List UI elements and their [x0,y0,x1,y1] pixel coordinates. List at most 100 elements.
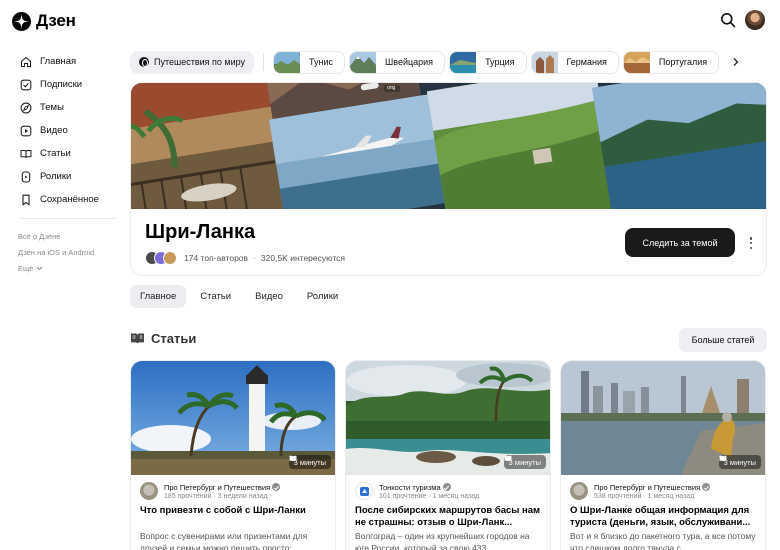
globe-icon [139,57,149,67]
sidebar-item-home[interactable]: Главная [20,50,120,73]
sidebar-item-label: Ролики [40,171,72,182]
book-icon [504,455,512,462]
sidebar-item-subscriptions[interactable]: Подписки [20,73,120,96]
book-icon [719,455,727,462]
logo-text: Дзен [36,11,76,30]
sidebar-item-saved[interactable]: Сохранённое [20,188,120,211]
article-author[interactable]: Про Петербург и Путешествия 538 прочтени… [570,482,711,500]
topic-chip[interactable]: Тунис [273,50,346,74]
book-icon [20,149,32,158]
sidebar-item-label: Статьи [40,148,71,159]
sidebar-item-label: Главная [40,56,77,67]
sidebar-item-shorts[interactable]: Ролики [20,165,120,188]
book-icon [131,333,144,344]
topic-chip-label: Путешествия по миру [154,57,246,67]
topic-chip-label: Турция [485,57,515,67]
author-avatar [355,482,373,500]
article-card[interactable]: 3 минуты Тонкости туризма 101 прочтение … [345,360,551,550]
topic-thumbnail [531,51,558,73]
topic-chip[interactable]: Швейцария [349,50,446,74]
article-snippet: Волгоград – один из крупнейших городов н… [355,531,530,550]
author-avatars[interactable] [145,251,179,265]
article-stats: 185 прочтений · 3 недели назад [164,492,268,500]
tab-main[interactable]: Главное [130,285,187,308]
footer-about-link[interactable]: Всё о Дзене [18,232,60,241]
interested-count: 320,5K интересуются [260,253,345,263]
footer-apps-link[interactable]: Дзен на iOS и Android [18,248,94,257]
topic-thumbnail [450,51,477,73]
dzen-logo-icon [12,11,31,31]
bookmark-icon [22,194,30,205]
read-time-badge: 3 минуты [718,455,761,469]
sidebar-item-label: Темы [40,102,64,113]
article-snippet: Вопрос с сувенирами или призентами для д… [140,531,308,550]
author-name: Тонкости туризма [379,482,441,492]
topic-chip-label: Германия [566,57,607,67]
read-time: 3 минуты [723,457,756,467]
article-title[interactable]: Что привезти с собой с Шри-Ланки [140,505,330,517]
more-articles-button[interactable]: Больше статей [679,328,767,352]
hero-meta: 174 топ-авторов · 320,5K интересуются [145,251,345,265]
topic-thumbnail [623,51,650,73]
chevron-right-icon[interactable] [731,57,741,67]
article-card[interactable]: 3 минуты Про Петербург и Путешествия 185… [130,360,336,550]
footer-more-button[interactable]: Ещё [18,264,43,273]
author-name: Про Петербург и Путешествия [594,482,701,492]
topic-chip-active[interactable]: Путешествия по миру [130,50,255,74]
verified-icon [702,483,711,491]
article-thumbnail: 3 минуты [131,361,335,475]
tab-shorts[interactable]: Ролики [297,285,348,308]
article-title[interactable]: После сибирских маршрутов басы нам не ст… [355,505,545,529]
verified-icon [442,483,451,491]
hero-image-caption: orig [387,85,396,91]
verified-icon [272,483,281,491]
sidebar-item-label: Подписки [40,79,83,90]
hero-collage-image: orig [131,83,766,209]
footer-more-label: Ещё [18,264,34,273]
tab-video[interactable]: Видео [245,285,293,308]
sidebar-item-label: Видео [40,125,68,136]
author-logo-icon [359,486,369,496]
read-time: 3 минуты [293,457,326,467]
author-name-row: Про Петербург и Путешествия [164,482,281,492]
author-name-row: Про Петербург и Путешествия [594,482,711,492]
section-title: Статьи [151,331,197,346]
compass-icon [20,102,32,113]
topic-thumbnail [350,51,377,73]
page-title: Шри-Ланка [145,221,256,243]
articles-section-header: Статьи [130,331,196,346]
sidebar-divider [18,218,116,219]
shorts-icon [21,170,31,183]
topic-chip[interactable]: Турция [449,50,527,74]
top-authors-count[interactable]: 174 топ-авторов [184,253,248,263]
article-title[interactable]: О Шри-Ланке общая информация для туриста… [570,505,760,529]
sidebar-nav: Главная Подписки Темы Видео Статьи Ролик… [20,50,120,211]
read-time-badge: 3 минуты [503,455,546,469]
article-card[interactable]: 3 минуты Про Петербург и Путешествия 538… [560,360,766,550]
sidebar-item-articles[interactable]: Статьи [20,142,120,165]
article-snippet: Вот и я близко до пакетного тура, а все … [570,531,756,550]
article-thumbnail: 3 минуты [346,361,550,475]
content-tabs: Главное Статьи Видео Ролики [130,285,348,308]
topic-chip-label: Тунис [309,57,334,67]
dzen-logo[interactable]: Дзен [12,11,76,31]
author-name: Про Петербург и Путешествия [164,482,271,492]
article-thumbnail: 3 минуты [561,361,765,475]
topic-thumbnail [274,51,301,73]
sidebar-item-video[interactable]: Видео [20,119,120,142]
sidebar-item-topics[interactable]: Темы [20,96,120,119]
author-avatar [140,482,158,500]
user-avatar[interactable] [745,10,765,30]
more-options-icon[interactable] [748,235,754,251]
sidebar-item-label: Сохранённое [40,194,99,205]
topic-chip[interactable]: Португалия [622,50,720,74]
article-author[interactable]: Тонкости туризма 101 прочтение · 1 месяц… [355,482,479,500]
follow-topic-button[interactable]: Следить за темой [625,228,735,257]
search-icon[interactable] [720,12,736,28]
topic-strip-divider [263,53,265,71]
topic-chip[interactable]: Германия [530,50,619,74]
tab-articles[interactable]: Статьи [190,285,241,308]
article-author[interactable]: Про Петербург и Путешествия 185 прочтени… [140,482,281,500]
topic-chip-label: Швейцария [385,57,434,67]
author-avatar [570,482,588,500]
